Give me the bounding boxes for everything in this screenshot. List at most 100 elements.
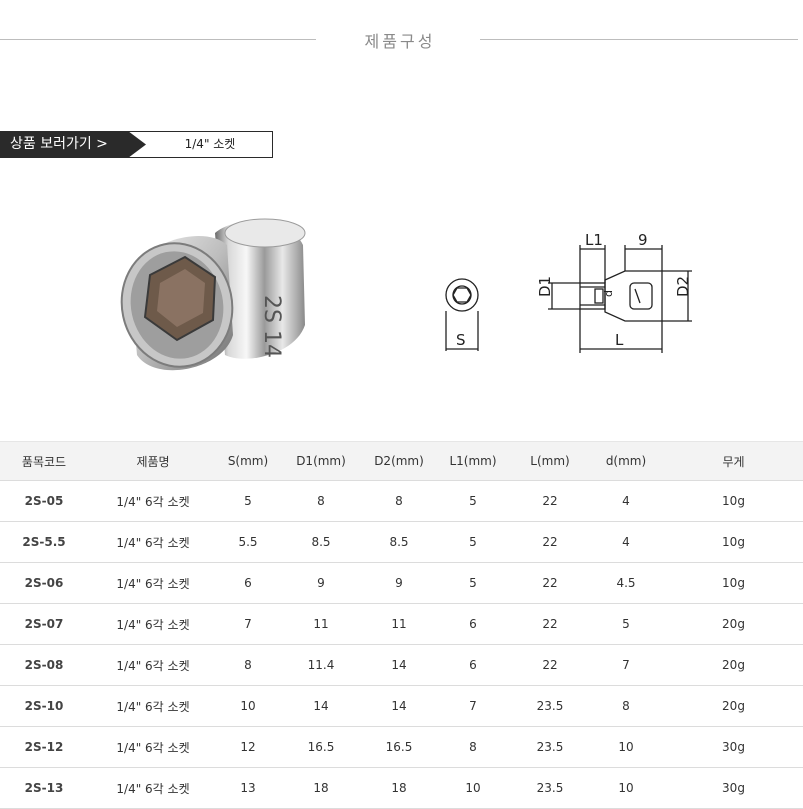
table-body: 2S-05 1/4" 6각 소켓 5 8 8 5 22 4 10g 2S-5.5 1/4" 6각 소…: [0, 480, 803, 809]
table-cell: 4: [588, 480, 664, 522]
item-code-cell: 2S-13: [0, 767, 88, 809]
table-cell: 7: [588, 644, 664, 686]
table-cell: 7: [434, 685, 512, 727]
table-cell: 1/4" 6각 소켓: [88, 685, 218, 727]
table-cell: 1/4" 6각 소켓: [88, 521, 218, 563]
dim-label-9: 9: [638, 231, 648, 249]
table-cell: 6: [434, 603, 512, 645]
banner-product-name: 1/4" 소켓: [184, 137, 236, 151]
table-cell: 10: [434, 767, 512, 809]
table-cell: 22: [512, 603, 588, 645]
table-cell: 9: [278, 562, 364, 604]
table-cell: 20g: [664, 644, 803, 686]
table-cell: 4: [588, 521, 664, 563]
table-cell: 10g: [664, 562, 803, 604]
table-cell: 9: [364, 562, 434, 604]
item-code-cell: 2S-10: [0, 685, 88, 727]
socket-photo: 2S 14: [120, 218, 306, 371]
dim-label-d1: D1: [536, 276, 554, 297]
section-heading: 제품구성: [364, 32, 436, 51]
table-cell: 1/4" 6각 소켓: [88, 644, 218, 686]
column-header: d(mm): [588, 441, 664, 481]
column-header: S(mm): [218, 441, 278, 481]
dim-label-l1: L1: [585, 231, 603, 249]
table-row: 2S-10 1/4" 6각 소켓 10 14 14 7 23.5 8 20g: [0, 685, 803, 727]
table-cell: 11: [364, 603, 434, 645]
table-cell: 8: [588, 685, 664, 727]
column-header: 무게: [664, 441, 803, 481]
table-cell: 8: [364, 480, 434, 522]
table-cell: 23.5: [512, 685, 588, 727]
table-cell: 23.5: [512, 726, 588, 768]
table-cell: 12: [218, 726, 278, 768]
item-code-cell: 2S-06: [0, 562, 88, 604]
table-header-row: 품목코드 제품명 S(mm) D1(mm) D2(mm) L1(mm) L(mm) d(mm)…: [0, 441, 803, 481]
table-cell: 5: [218, 480, 278, 522]
dim-label-d: d: [602, 290, 615, 297]
table-cell: 8: [278, 480, 364, 522]
table-cell: 23.5: [512, 767, 588, 809]
table-row: 2S-05 1/4" 6각 소켓 5 8 8 5 22 4 10g: [0, 480, 803, 522]
heading-line-right: [480, 39, 798, 40]
item-code-cell: 2S-05: [0, 480, 88, 522]
table-row: 2S-07 1/4" 6각 소켓 7 11 11 6 22 5 20g: [0, 603, 803, 645]
table-cell: 5: [434, 480, 512, 522]
item-code-cell: 2S-08: [0, 644, 88, 686]
item-code-cell: 2S-07: [0, 603, 88, 645]
table-cell: 30g: [664, 726, 803, 768]
svg-text:2S 14: 2S 14: [259, 295, 284, 358]
table-row: 2S-5.5 1/4" 6각 소켓 5.5 8.5 8.5 5 22 4 10g: [0, 521, 803, 563]
table-cell: 6: [434, 644, 512, 686]
product-link-banner[interactable]: 상품 보러가기 > 1/4" 소켓: [0, 131, 273, 158]
table-cell: 22: [512, 480, 588, 522]
column-header: D1(mm): [278, 441, 364, 481]
table-cell: 1/4" 6각 소켓: [88, 480, 218, 522]
table-cell: 20g: [664, 603, 803, 645]
table-cell: 14: [278, 685, 364, 727]
table-cell: 16.5: [278, 726, 364, 768]
table-cell: 13: [218, 767, 278, 809]
table-cell: 16.5: [364, 726, 434, 768]
table-cell: 1/4" 6각 소켓: [88, 767, 218, 809]
table-row: 2S-08 1/4" 6각 소켓 8 11.4 14 6 22 7 20g: [0, 644, 803, 686]
table-cell: 8: [434, 726, 512, 768]
table-cell: 1/4" 6각 소켓: [88, 603, 218, 645]
table-cell: 18: [278, 767, 364, 809]
item-code-cell: 2S-12: [0, 726, 88, 768]
table-cell: 14: [364, 685, 434, 727]
dim-label-d2: D2: [674, 276, 692, 297]
table-cell: 7: [218, 603, 278, 645]
table-cell: 1/4" 6각 소켓: [88, 726, 218, 768]
table-cell: 10: [588, 767, 664, 809]
table-cell: 4.5: [588, 562, 664, 604]
column-header: L(mm): [512, 441, 588, 481]
table-cell: 18: [364, 767, 434, 809]
item-code-cell: 2S-5.5: [0, 521, 88, 563]
table-cell: 8.5: [364, 521, 434, 563]
dim-label-s: S: [456, 331, 466, 349]
table-cell: 5: [588, 603, 664, 645]
table-cell: 10: [218, 685, 278, 727]
column-header: 제품명: [88, 441, 218, 481]
table-cell: 1/4" 6각 소켓: [88, 562, 218, 604]
product-link-button[interactable]: 상품 보러가기 >: [0, 131, 146, 158]
table-cell: 5.5: [218, 521, 278, 563]
dim-label-l: L: [615, 331, 624, 349]
table-cell: 20g: [664, 685, 803, 727]
table-cell: 10g: [664, 521, 803, 563]
spec-table: 품목코드 제품명 S(mm) D1(mm) D2(mm) L1(mm) L(mm) d(mm)…: [0, 441, 803, 809]
table-cell: 22: [512, 521, 588, 563]
table-cell: 6: [218, 562, 278, 604]
table-cell: 11: [278, 603, 364, 645]
table-cell: 11.4: [278, 644, 364, 686]
column-header: D2(mm): [364, 441, 434, 481]
table-cell: 22: [512, 644, 588, 686]
table-cell: 8: [218, 644, 278, 686]
heading-line-left: [0, 39, 316, 40]
table-row: 2S-06 1/4" 6각 소켓 6 9 9 5 22 4.5 10g: [0, 562, 803, 604]
table-cell: 30g: [664, 767, 803, 809]
table-cell: 22: [512, 562, 588, 604]
table-cell: 14: [364, 644, 434, 686]
table-row: 2S-12 1/4" 6각 소켓 12 16.5 16.5 8 23.5 10 30g: [0, 726, 803, 768]
column-header: 품목코드: [0, 441, 88, 481]
